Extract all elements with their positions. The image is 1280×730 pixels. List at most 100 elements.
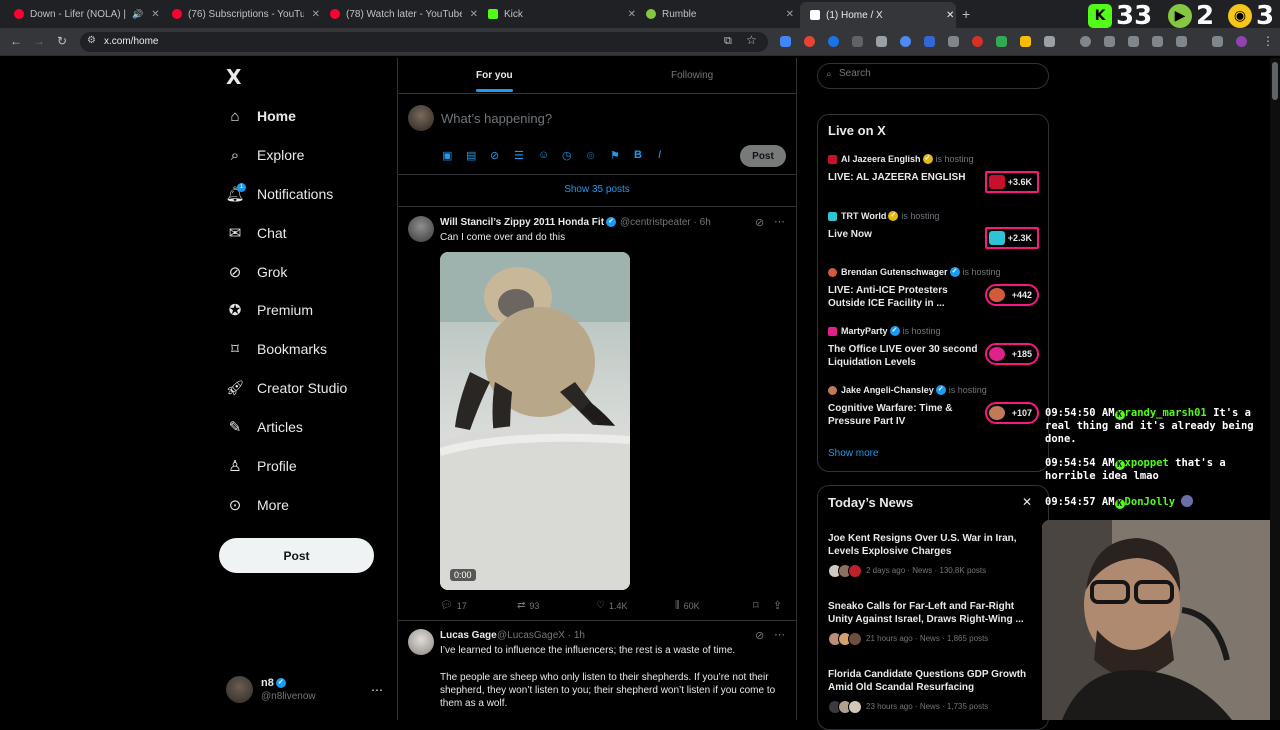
extension-icon[interactable] xyxy=(804,36,815,47)
show-more-link[interactable]: Show more xyxy=(828,448,879,459)
tab-for-you[interactable]: For you xyxy=(476,70,513,81)
more-options-icon[interactable]: ⋯ xyxy=(774,628,785,641)
tweet-handle[interactable]: @LucasGageX xyxy=(497,630,565,641)
news-headline[interactable]: Sneako Calls for Far-Left and Far-Right … xyxy=(828,600,1033,626)
sidebar-item-bookmarks[interactable]: ⌑ Bookmarks xyxy=(226,334,327,364)
flag-icon[interactable]: ⚑ xyxy=(610,149,620,162)
avatar[interactable] xyxy=(226,676,253,703)
x-logo-icon[interactable]: X xyxy=(226,65,241,89)
schedule-icon[interactable]: ◷ xyxy=(562,149,572,162)
extension-icon[interactable] xyxy=(828,36,839,47)
sidebar-item-chat[interactable]: ✉ Chat xyxy=(226,218,287,248)
live-title[interactable]: LIVE: Anti-ICE Protesters Outside ICE Fa… xyxy=(828,284,978,310)
live-listener-badge[interactable]: +442 xyxy=(985,284,1039,306)
compose-post-button[interactable]: Post xyxy=(740,145,786,167)
close-tab-icon[interactable]: ✕ xyxy=(628,9,636,20)
extension-icon[interactable] xyxy=(1104,36,1115,47)
share-icon[interactable]: ⇪ xyxy=(773,599,782,612)
extension-icon[interactable] xyxy=(948,36,959,47)
italic-icon[interactable]: I xyxy=(658,149,661,161)
downloads-icon[interactable] xyxy=(1212,36,1223,47)
live-host[interactable]: Al Jazeera English ✓ is hosting xyxy=(828,154,974,164)
sidebar-item-explore[interactable]: ⌕ Explore xyxy=(226,140,305,170)
close-tab-icon[interactable]: ✕ xyxy=(470,9,478,20)
account-name[interactable]: n8 ✓ xyxy=(261,677,286,689)
live-host[interactable]: Brendan Gutenschwager ✓ is hosting xyxy=(828,267,1001,277)
live-title[interactable]: Cognitive Warfare: Time & Pressure Part … xyxy=(828,402,978,428)
url-text[interactable]: x.com/home xyxy=(104,36,158,47)
news-headline[interactable]: Joe Kent Resigns Over U.S. War in Iran, … xyxy=(828,532,1033,558)
sidebar-item-more[interactable]: ⊙ More xyxy=(226,490,289,520)
poll-icon[interactable]: ☰ xyxy=(514,149,524,162)
tab-following[interactable]: Following xyxy=(671,70,713,81)
gif-icon[interactable]: ▤ xyxy=(466,149,476,162)
grok-icon[interactable]: ⊘ xyxy=(490,149,499,162)
tweet-time[interactable]: 6h xyxy=(700,217,711,228)
account-menu-icon[interactable]: ⋯ xyxy=(371,683,383,697)
puzzle-icon[interactable] xyxy=(1044,36,1055,47)
forward-arrow-icon[interactable]: → xyxy=(33,34,45,48)
browser-tab[interactable]: Down - Lifer (NOLA) | YouTube 🔊 ✕ xyxy=(4,4,162,24)
search-input[interactable] xyxy=(839,68,1039,79)
extension-icon[interactable] xyxy=(852,36,863,47)
avatar[interactable] xyxy=(408,105,434,131)
history-icon[interactable] xyxy=(1080,36,1091,47)
extension-icon[interactable] xyxy=(900,36,911,47)
site-info-icon[interactable]: ⚙ xyxy=(87,35,96,46)
extension-icon[interactable] xyxy=(924,36,935,47)
more-options-icon[interactable]: ⋯ xyxy=(774,215,785,228)
tweet-time[interactable]: 1h xyxy=(574,630,585,641)
tweet-author[interactable]: Lucas Gage xyxy=(440,630,497,641)
reply-action[interactable]: 💬︎ 17 xyxy=(440,600,467,611)
grok-icon[interactable]: ⊘ xyxy=(755,629,764,642)
live-listener-badge[interactable]: +185 xyxy=(985,343,1039,365)
live-listener-badge[interactable]: +3.6K xyxy=(985,171,1039,193)
close-icon[interactable]: ✕ xyxy=(1022,495,1032,509)
avatar[interactable] xyxy=(408,629,434,655)
sidebar-item-articles[interactable]: ✎ Articles xyxy=(226,412,303,442)
extension-icon[interactable] xyxy=(876,36,887,47)
reading-list-icon[interactable] xyxy=(1152,36,1163,47)
live-listener-badge[interactable]: +2.3K xyxy=(985,227,1039,249)
sidepanel-icon[interactable] xyxy=(1176,36,1187,47)
bookmark-icon[interactable]: ⌑ xyxy=(753,599,759,612)
live-host[interactable]: TRT World ✓ is hosting xyxy=(828,211,939,221)
close-tab-icon[interactable]: ✕ xyxy=(946,10,954,21)
new-tab-button[interactable]: + xyxy=(962,6,970,22)
cast-icon[interactable]: ⧉ xyxy=(724,35,732,48)
browser-tab[interactable]: Kick ✕ xyxy=(478,4,636,24)
sidebar-item-premium[interactable]: ✪ Premium xyxy=(226,295,313,325)
address-bar[interactable] xyxy=(80,32,768,52)
live-title[interactable]: The Office LIVE over 30 second Liquidati… xyxy=(828,343,978,369)
tweet-video[interactable] xyxy=(440,252,630,590)
close-tab-icon[interactable]: ✕ xyxy=(786,9,794,20)
views-action[interactable]: ⫼ 60K xyxy=(675,600,700,611)
close-tab-icon[interactable]: ✕ xyxy=(151,9,159,20)
emoji-icon[interactable]: ☺ xyxy=(538,149,549,161)
browser-tab[interactable]: (76) Subscriptions - YouTube ✕ xyxy=(162,4,320,24)
back-arrow-icon[interactable]: ← xyxy=(10,34,22,48)
news-headline[interactable]: Florida Candidate Questions GDP Growth A… xyxy=(828,668,1033,694)
avatar[interactable] xyxy=(408,216,434,242)
live-title[interactable]: Live Now xyxy=(828,228,978,241)
star-icon[interactable]: ☆ xyxy=(746,33,757,47)
profile-avatar-icon[interactable] xyxy=(1236,36,1247,47)
speaker-icon[interactable]: 🔊 xyxy=(132,9,143,20)
page-scrollbar[interactable] xyxy=(1270,58,1280,720)
browser-tab[interactable]: (78) Watch later - YouTube ✕ xyxy=(320,4,478,24)
compose-input[interactable]: What’s happening? xyxy=(441,111,552,126)
live-listener-badge[interactable]: +107 xyxy=(985,402,1039,424)
like-action[interactable]: ♡ 1.4K xyxy=(596,600,627,611)
kebab-menu-icon[interactable]: ⋮ xyxy=(1262,34,1274,48)
grok-icon[interactable]: ⊘ xyxy=(755,216,764,229)
live-host[interactable]: MartyParty ✓ is hosting xyxy=(828,326,941,336)
extension-icon[interactable] xyxy=(780,36,791,47)
browser-tab-active[interactable]: (1) Home / X ✕ xyxy=(800,2,956,28)
sidebar-item-home[interactable]: ⌂ Home xyxy=(226,101,295,131)
tweet-author[interactable]: Will Stancil’s Zippy 2011 Honda Fit ✓ xyxy=(440,217,617,228)
live-title[interactable]: LIVE: AL JAZEERA ENGLISH xyxy=(828,171,978,184)
extension-icon[interactable] xyxy=(1020,36,1031,47)
live-host[interactable]: Jake Angeli-Chansley ✓ is hosting xyxy=(828,385,987,395)
repost-action[interactable]: ⇄ 93 xyxy=(517,600,539,611)
scrollbar-thumb[interactable] xyxy=(1272,62,1278,100)
